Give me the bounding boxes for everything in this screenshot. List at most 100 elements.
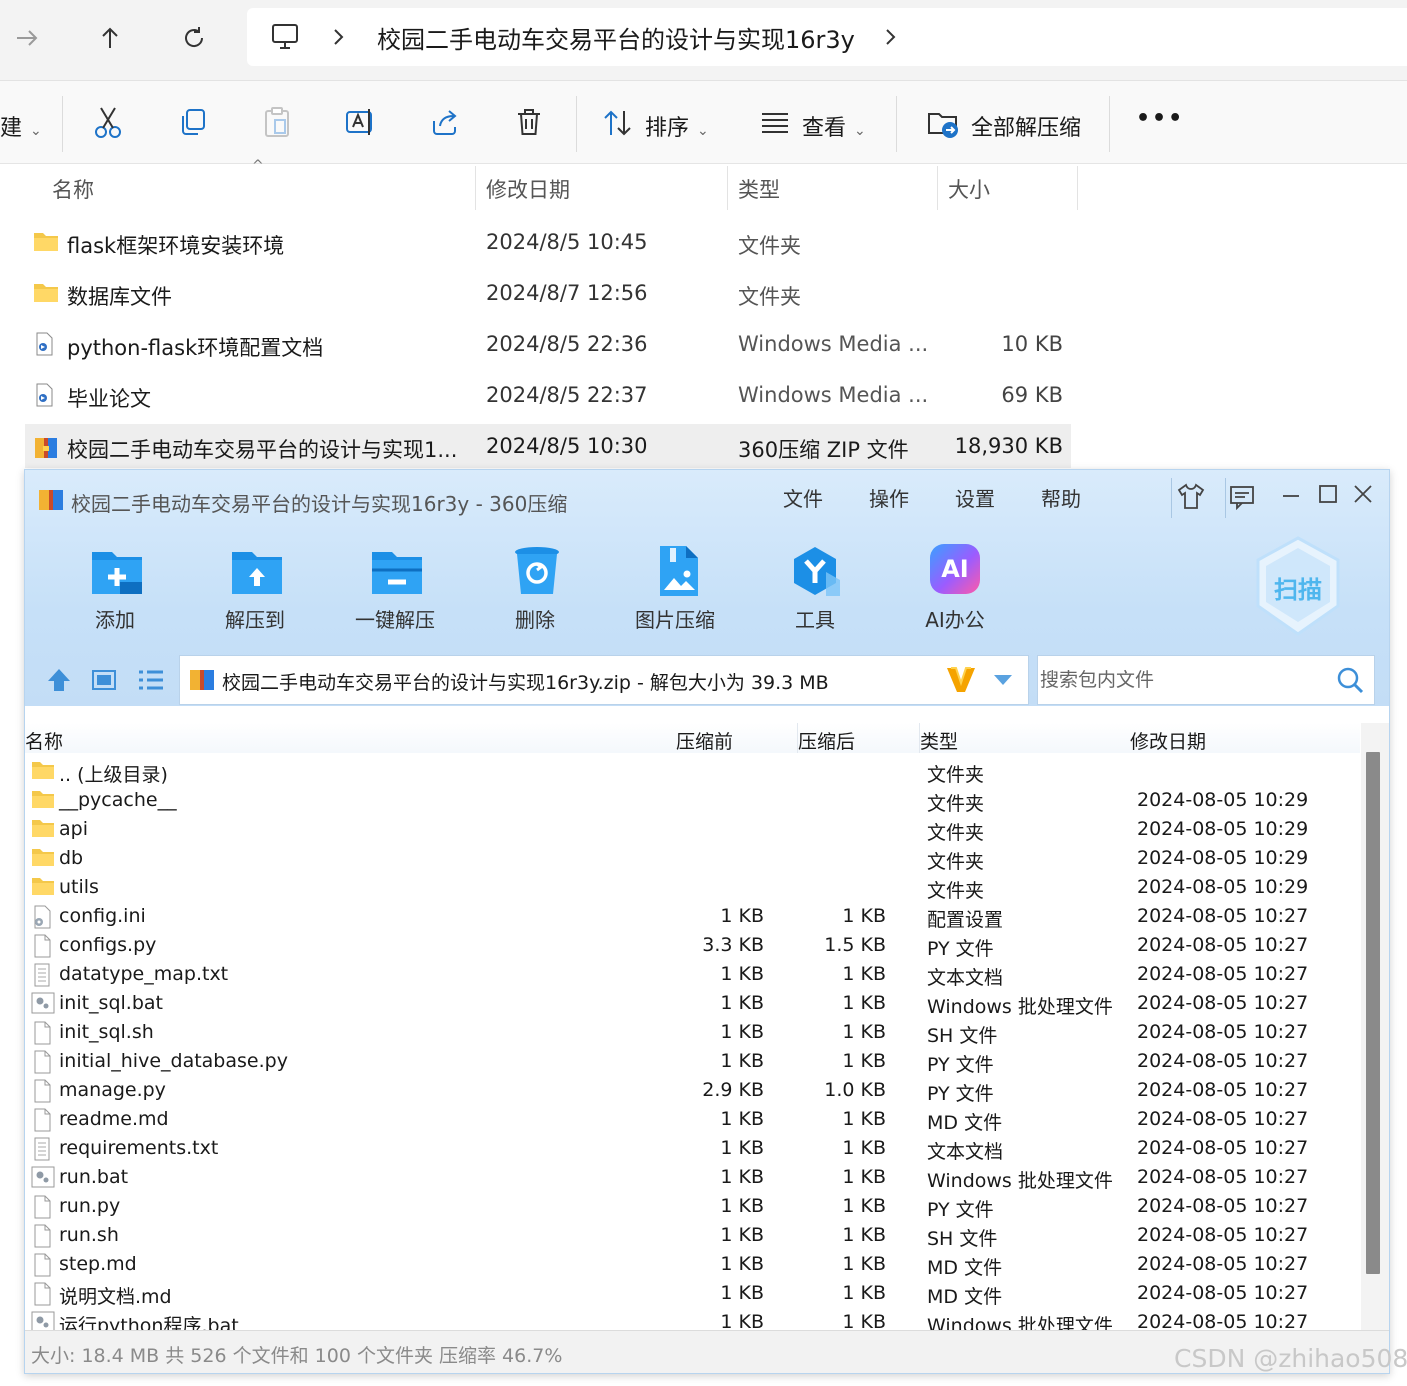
zip-file-before: 1 KB: [720, 1195, 764, 1217]
zip-column-header-before[interactable]: 压缩前: [676, 727, 733, 754]
menu-help[interactable]: 帮助: [1041, 483, 1081, 512]
column-header-type[interactable]: 类型: [738, 174, 780, 204]
up-level-button[interactable]: [45, 666, 73, 698]
zip-file-row[interactable]: requirements.txt 1 KB 1 KB 文本文档 2024-08-…: [25, 1134, 1360, 1163]
menu-operation[interactable]: 操作: [869, 483, 909, 512]
share-icon: [433, 110, 457, 135]
zip-file-name: configs.py: [59, 934, 157, 956]
column-header-size[interactable]: 大小: [948, 174, 990, 204]
address-path[interactable]: 校园二手电动车交易平台的设计与实现16r3y: [377, 20, 855, 55]
menu-settings[interactable]: 设置: [955, 483, 995, 512]
more-options-button[interactable]: •••: [1136, 106, 1184, 131]
zip-column-header-date[interactable]: 修改日期: [1130, 727, 1206, 754]
zip-file-row[interactable]: manage.py 2.9 KB 1.0 KB PY 文件 2024-08-05…: [25, 1076, 1360, 1105]
file-row[interactable]: flask框架环境安装环境 2024/8/5 10:45 文件夹: [25, 220, 1071, 264]
paste-button[interactable]: [259, 104, 295, 140]
arrow-up-icon: [48, 669, 70, 691]
archive-path-box[interactable]: 校园二手电动车交易平台的设计与实现16r3y.zip - 解包大小为 39.3 …: [179, 655, 1029, 705]
chevron-right-icon[interactable]: [882, 26, 900, 52]
close-button[interactable]: [1353, 484, 1373, 508]
maximize-icon: [1319, 485, 1337, 503]
zip-file-before: 1 KB: [720, 992, 764, 1014]
zip-app-icon: [37, 486, 65, 516]
cut-button[interactable]: [90, 104, 126, 140]
zip-file-row[interactable]: run.bat 1 KB 1 KB Windows 批处理文件 2024-08-…: [25, 1163, 1360, 1192]
zip-file-row[interactable]: init_sql.sh 1 KB 1 KB SH 文件 2024-08-05 1…: [25, 1018, 1360, 1047]
rename-button[interactable]: [343, 104, 379, 140]
column-divider[interactable]: [937, 166, 938, 210]
view-button[interactable]: 查看 ⌄: [802, 110, 866, 142]
zip-file-after: 1 KB: [842, 992, 886, 1014]
sort-button[interactable]: 排序 ⌄: [645, 110, 709, 142]
zip-file-row[interactable]: config.ini 1 KB 1 KB 配置设置 2024-08-05 10:…: [25, 902, 1360, 931]
zip-file-row[interactable]: 运行python程序.bat 1 KB 1 KB Windows 批处理文件 2…: [25, 1308, 1360, 1330]
new-button[interactable]: 建 ⌄: [0, 110, 42, 142]
column-header-name[interactable]: 名称: [52, 174, 94, 204]
zip-file-row[interactable]: run.sh 1 KB 1 KB SH 文件 2024-08-05 10:27: [25, 1221, 1360, 1250]
sort-up-indicator-icon: ^: [252, 158, 264, 174]
zip-file-row[interactable]: init_sql.bat 1 KB 1 KB Windows 批处理文件 202…: [25, 989, 1360, 1018]
search-box[interactable]: [1037, 655, 1375, 705]
add-button[interactable]: 添加: [65, 540, 165, 640]
delete-button[interactable]: 删除: [485, 540, 585, 640]
column-divider[interactable]: [475, 166, 476, 210]
scan-button[interactable]: 扫描: [1255, 536, 1341, 636]
extract-all-button[interactable]: 全部解压缩: [971, 110, 1081, 142]
column-header-date[interactable]: 修改日期: [486, 174, 570, 204]
search-input[interactable]: [1038, 656, 1332, 704]
image-compress-button[interactable]: 图片压缩: [625, 540, 725, 640]
zip-file-row[interactable]: datatype_map.txt 1 KB 1 KB 文本文档 2024-08-…: [25, 960, 1360, 989]
ai-office-button[interactable]: AI AI办公: [905, 540, 1005, 640]
view-icon: [760, 110, 790, 140]
scrollbar-thumb[interactable]: [1366, 752, 1380, 1274]
file-row[interactable]: 毕业论文 2024/8/5 22:37 Windows Media ... 69…: [25, 373, 1071, 417]
zip-file-row[interactable]: utils 文件夹 2024-08-05 10:29: [25, 873, 1360, 902]
forward-button[interactable]: [5, 16, 49, 60]
zip-file-before: 1 KB: [720, 1282, 764, 1304]
list-view-button[interactable]: [137, 669, 165, 695]
file-row[interactable]: 数据库文件 2024/8/7 12:56 文件夹: [25, 271, 1071, 315]
zip-column-header-type[interactable]: 类型: [920, 727, 958, 754]
zip-file-row[interactable]: run.py 1 KB 1 KB PY 文件 2024-08-05 10:27: [25, 1192, 1360, 1221]
zip-column-header-name[interactable]: 名称: [25, 727, 63, 754]
thumbnail-view-icon: [92, 670, 116, 690]
one-click-extract-button[interactable]: 一键解压: [345, 540, 445, 640]
zip-file-row[interactable]: configs.py 3.3 KB 1.5 KB PY 文件 2024-08-0…: [25, 931, 1360, 960]
up-button[interactable]: [88, 16, 132, 60]
file-row[interactable]: python-flask环境配置文档 2024/8/5 22:36 Window…: [25, 322, 1071, 366]
chevron-right-icon[interactable]: [330, 26, 348, 52]
tools-button[interactable]: 工具: [765, 540, 865, 640]
zip-file-name: initial_hive_database.py: [59, 1050, 288, 1072]
minimize-button[interactable]: [1281, 488, 1301, 512]
zip-file-row[interactable]: __pycache__ 文件夹 2024-08-05 10:29: [25, 786, 1360, 815]
zip-file-row[interactable]: db 文件夹 2024-08-05 10:29: [25, 844, 1360, 873]
copy-button[interactable]: [175, 104, 211, 140]
zip-file-row[interactable]: api 文件夹 2024-08-05 10:29: [25, 815, 1360, 844]
dropdown-arrow-icon[interactable]: [992, 672, 1014, 691]
media-file-icon: [33, 332, 57, 356]
zip-file-row[interactable]: readme.md 1 KB 1 KB MD 文件 2024-08-05 10:…: [25, 1105, 1360, 1134]
skin-button[interactable]: [1177, 482, 1205, 514]
share-button[interactable]: [427, 104, 463, 140]
zip-file-row[interactable]: 说明文档.md 1 KB 1 KB MD 文件 2024-08-05 10:27: [25, 1279, 1360, 1308]
thumbnail-view-button[interactable]: [91, 669, 117, 695]
vip-v-icon[interactable]: [944, 664, 978, 700]
zip-file-name: config.ini: [59, 905, 146, 927]
search-icon[interactable]: [1336, 666, 1364, 698]
column-divider[interactable]: [727, 166, 728, 210]
maximize-button[interactable]: [1318, 484, 1338, 508]
zip-file-row[interactable]: .. (上级目录) 文件夹: [25, 757, 1360, 786]
menu-file[interactable]: 文件: [783, 483, 823, 512]
zip-column-header-after[interactable]: 压缩后: [798, 727, 855, 754]
zip-file-after: 1 KB: [842, 1108, 886, 1130]
file-row-selected[interactable]: 校园二手电动车交易平台的设计与实现1... 2024/8/5 10:30 360…: [25, 424, 1071, 468]
chevron-down-icon: ⌄: [854, 123, 866, 139]
column-divider[interactable]: [1077, 166, 1078, 210]
zip-file-row[interactable]: step.md 1 KB 1 KB MD 文件 2024-08-05 10:27: [25, 1250, 1360, 1279]
feedback-button[interactable]: [1229, 484, 1255, 514]
delete-button[interactable]: [511, 104, 547, 140]
refresh-button[interactable]: [172, 16, 216, 60]
extract-to-button[interactable]: 解压到: [205, 540, 305, 640]
zip-file-row[interactable]: initial_hive_database.py 1 KB 1 KB PY 文件…: [25, 1047, 1360, 1076]
extract-to-label: 解压到: [225, 608, 285, 632]
